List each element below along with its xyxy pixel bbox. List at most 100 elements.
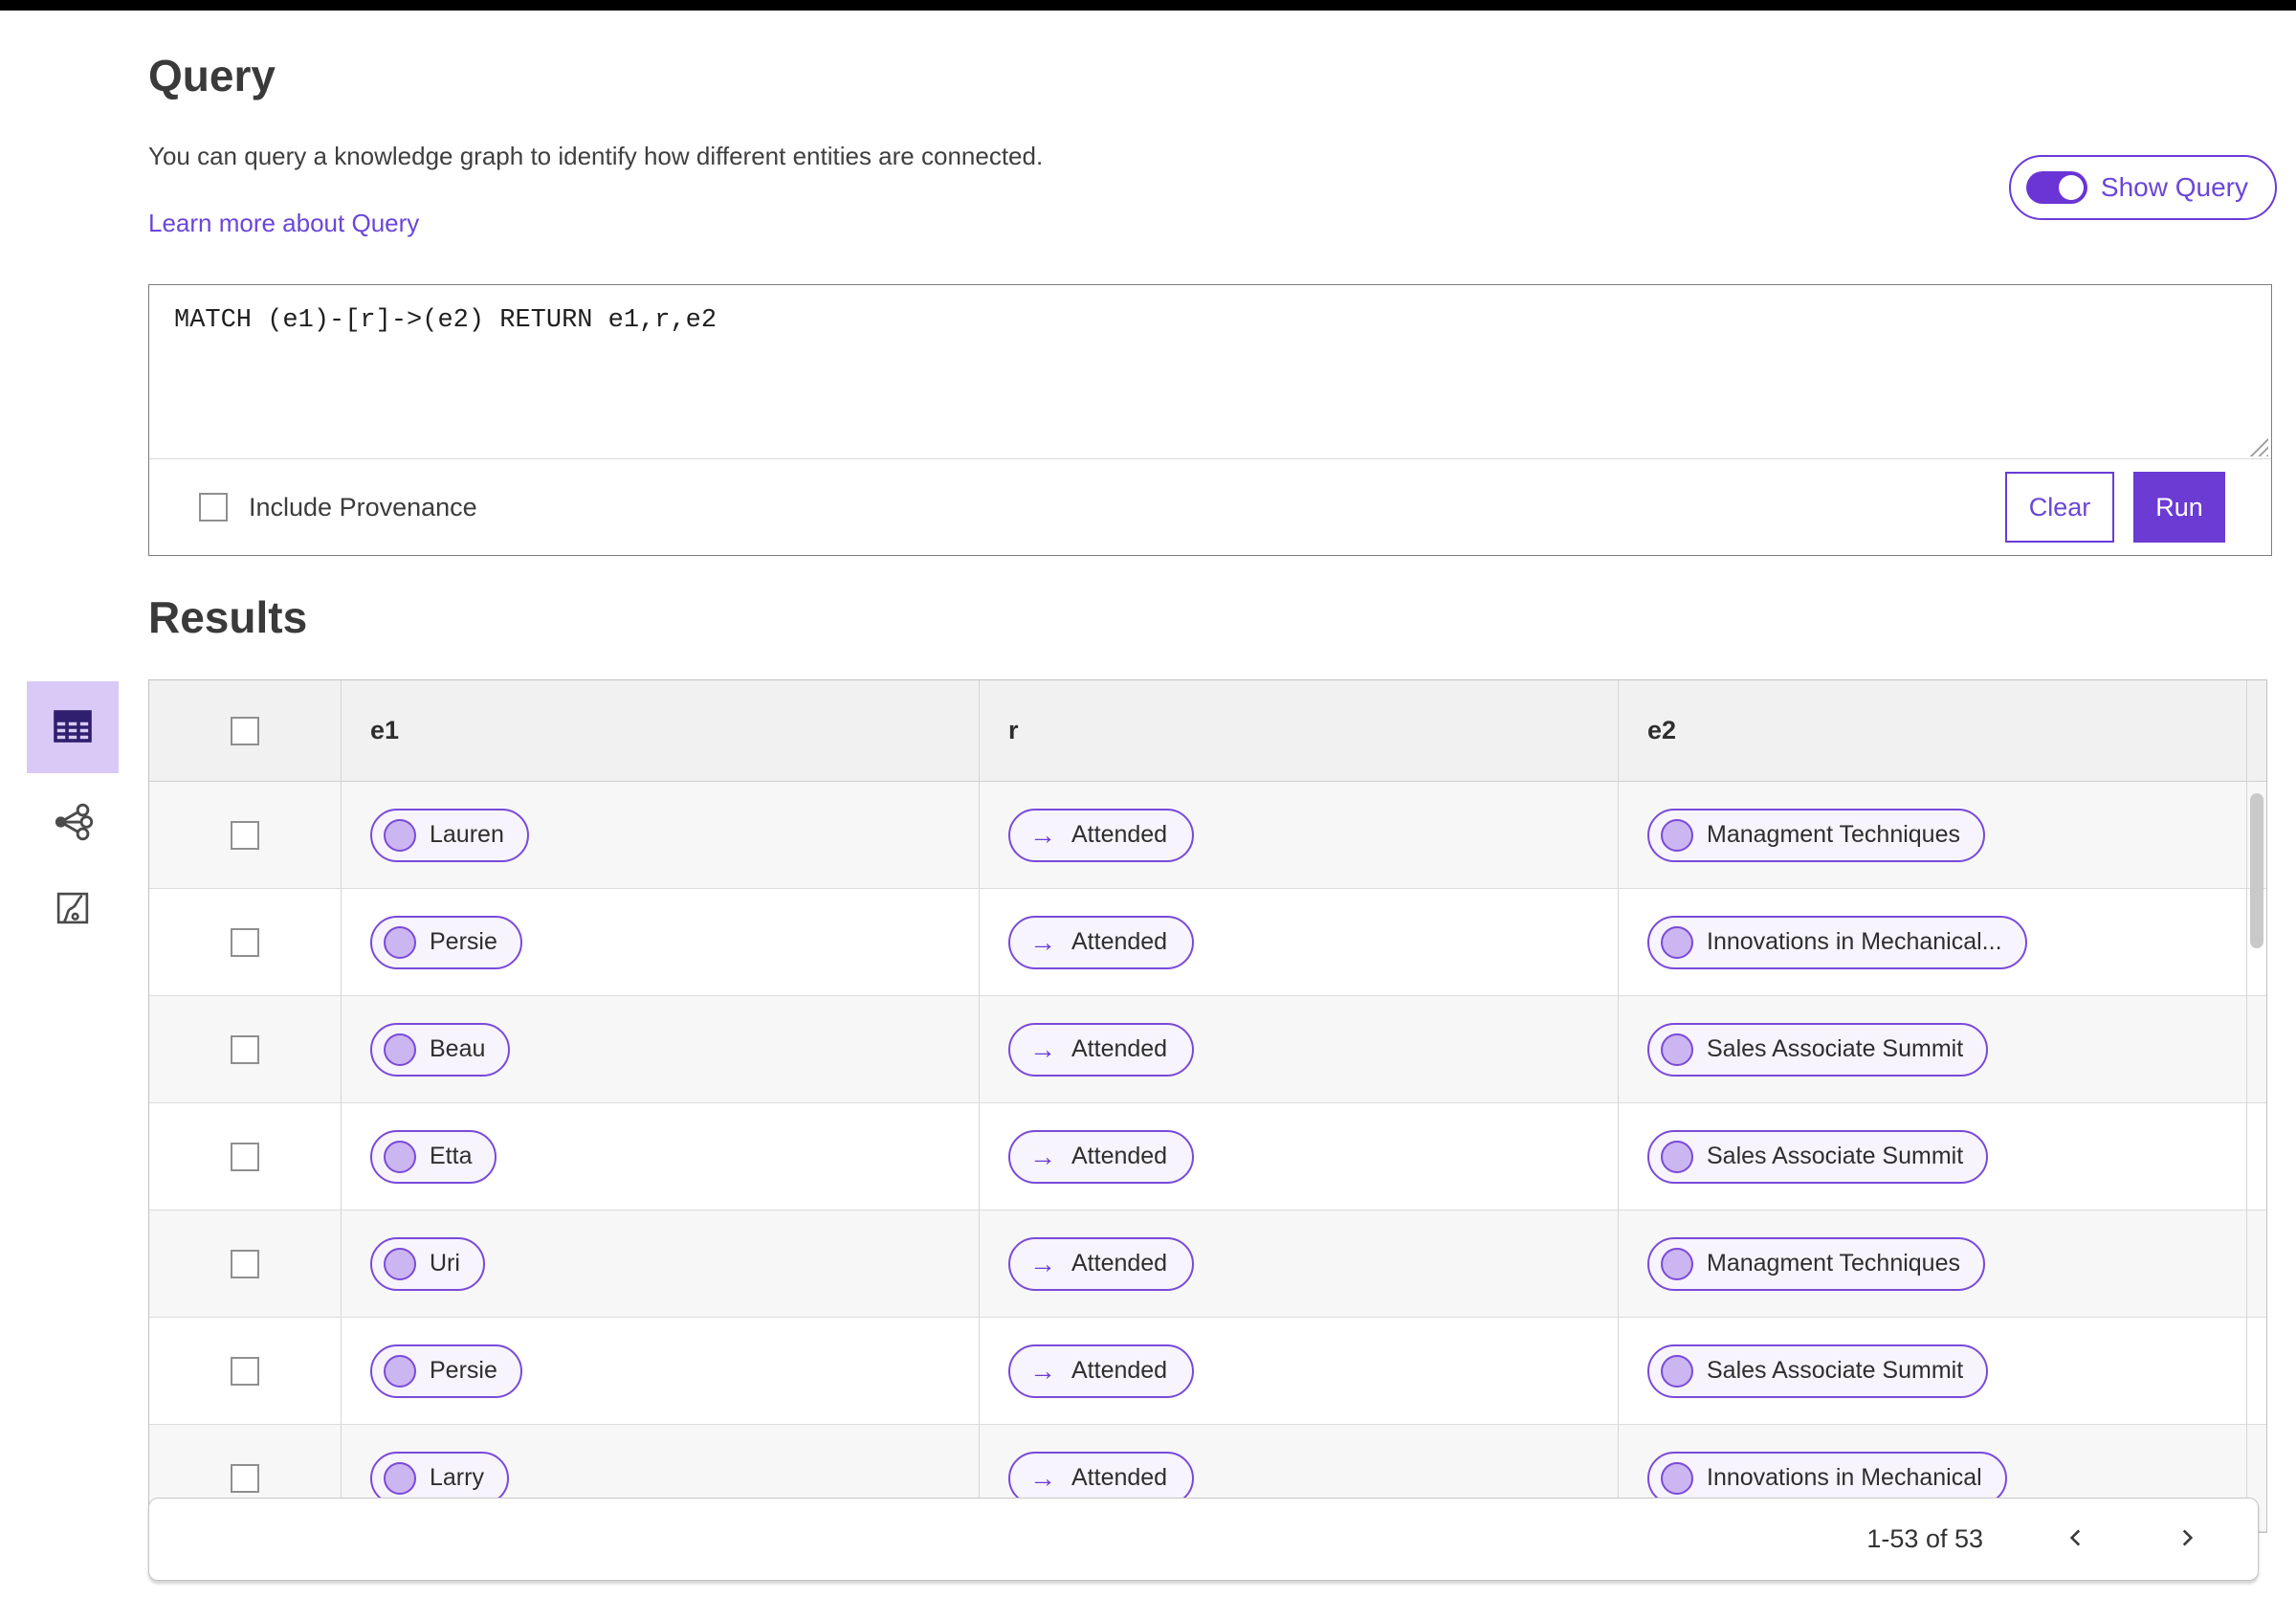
table-body: Lauren → Attended Managment Techniques P… xyxy=(149,782,2266,1532)
column-header-r: r xyxy=(1008,716,1019,744)
entity-label: Persie xyxy=(430,1357,497,1384)
learn-more-link[interactable]: Learn more about Query xyxy=(148,209,419,238)
show-query-label: Show Query xyxy=(2100,172,2248,202)
column-header-e1: e1 xyxy=(370,716,400,744)
table-header-row: e1 r e2 xyxy=(149,680,2266,782)
top-black-bar xyxy=(0,0,2296,11)
pagination-next-button[interactable] xyxy=(2169,1524,2205,1554)
include-provenance-checkbox[interactable] xyxy=(199,493,228,522)
entity-pill[interactable]: Innovations in Mechanical... xyxy=(1647,915,2027,969)
table-row: Etta → Attended Sales Associate Summit xyxy=(149,1103,2266,1210)
table-row: Lauren → Attended Managment Techniques xyxy=(149,782,2266,889)
table-row: Beau → Attended Sales Associate Summit xyxy=(149,996,2266,1103)
toggle-switch-icon[interactable] xyxy=(2025,171,2087,204)
relation-pill[interactable]: → Attended xyxy=(1008,1236,1195,1291)
arrow-right-icon: → xyxy=(1029,1033,1056,1064)
graph-view-button[interactable] xyxy=(44,794,101,852)
relation-pill[interactable]: → Attended xyxy=(1008,915,1195,969)
row-checkbox[interactable] xyxy=(231,1142,259,1171)
row-checkbox[interactable] xyxy=(231,1463,259,1493)
entity-label: Larry xyxy=(430,1464,484,1491)
row-checkbox[interactable] xyxy=(231,820,259,850)
entity-node-icon xyxy=(1661,1140,1693,1173)
row-checkbox[interactable] xyxy=(231,927,259,957)
entity-label: Persie xyxy=(430,928,497,955)
table-view-icon xyxy=(50,703,96,752)
pagination-range-label: 1-53 of 53 xyxy=(1866,1524,1983,1553)
relation-label: Attended xyxy=(1071,1250,1168,1277)
arrow-right-icon: → xyxy=(1029,1355,1056,1386)
entity-pill[interactable]: Persie xyxy=(370,915,522,969)
entity-pill[interactable]: Managment Techniques xyxy=(1647,1236,1985,1291)
select-all-checkbox[interactable] xyxy=(231,716,259,745)
relation-label: Attended xyxy=(1071,1357,1168,1384)
show-query-toggle[interactable]: Show Query xyxy=(2008,155,2277,220)
entity-pill[interactable]: Beau xyxy=(370,1022,511,1077)
table-row: Persie → Attended Innovations in Mechani… xyxy=(149,889,2266,996)
chevron-left-icon xyxy=(2064,1525,2088,1553)
table-row: Persie → Attended Sales Associate Summit xyxy=(149,1318,2266,1425)
entity-pill[interactable]: Etta xyxy=(370,1129,497,1184)
entity-label: Lauren xyxy=(430,821,504,848)
table-scrollbar-thumb[interactable] xyxy=(2250,793,2263,948)
arrow-right-icon: → xyxy=(1029,1248,1056,1278)
entity-label: Beau xyxy=(430,1035,486,1062)
row-checkbox[interactable] xyxy=(231,1034,259,1064)
entity-label: Managment Techniques xyxy=(1707,821,1960,848)
entity-pill[interactable]: Sales Associate Summit xyxy=(1647,1022,1989,1077)
entity-label: Sales Associate Summit xyxy=(1707,1143,1964,1169)
query-page: Query You can query a knowledge graph to… xyxy=(0,0,2296,1599)
page-description: You can query a knowledge graph to ident… xyxy=(148,142,1044,170)
entity-node-icon xyxy=(384,1354,416,1388)
relation-label: Attended xyxy=(1071,928,1168,955)
results-table: e1 r e2 Lauren → Attended Managment Tech… xyxy=(148,679,2267,1581)
entity-node-icon xyxy=(384,1140,416,1173)
query-editor-panel: MATCH (e1)-[r]->(e2) RETURN e1,r,e2 Incl… xyxy=(148,284,2272,556)
entity-label: Uri xyxy=(430,1250,460,1277)
relation-label: Attended xyxy=(1071,1143,1168,1169)
clear-button[interactable]: Clear xyxy=(2005,472,2114,543)
entity-pill[interactable]: Persie xyxy=(370,1344,522,1398)
chart-view-button[interactable] xyxy=(44,880,101,938)
include-provenance-label: Include Provenance xyxy=(249,492,477,522)
entity-node-icon xyxy=(1661,1354,1693,1388)
pagination-prev-button[interactable] xyxy=(2058,1524,2094,1554)
entity-pill[interactable]: Managment Techniques xyxy=(1647,808,1985,862)
entity-node-icon xyxy=(384,1033,416,1066)
pagination-bar: 1-53 of 53 xyxy=(148,1498,2259,1581)
arrow-right-icon: → xyxy=(1029,1141,1056,1171)
entity-node-icon xyxy=(1661,1033,1693,1066)
entity-node-icon xyxy=(384,1461,416,1495)
entity-label: Innovations in Mechanical... xyxy=(1707,928,2002,955)
graph-view-icon xyxy=(51,800,95,847)
row-checkbox[interactable] xyxy=(231,1356,259,1386)
entity-pill[interactable]: Sales Associate Summit xyxy=(1647,1129,1989,1184)
relation-pill[interactable]: → Attended xyxy=(1008,1344,1195,1398)
entity-label: Managment Techniques xyxy=(1707,1250,1960,1277)
column-header-e2: e2 xyxy=(1647,716,1677,744)
arrow-right-icon: → xyxy=(1029,926,1056,957)
entity-pill[interactable]: Uri xyxy=(370,1236,485,1291)
chart-view-icon xyxy=(53,888,93,931)
relation-pill[interactable]: → Attended xyxy=(1008,1129,1195,1184)
row-checkbox[interactable] xyxy=(231,1249,259,1278)
entity-pill[interactable]: Lauren xyxy=(370,808,529,862)
relation-label: Attended xyxy=(1071,1035,1168,1062)
entity-label: Etta xyxy=(430,1143,473,1169)
run-button[interactable]: Run xyxy=(2133,472,2225,543)
entity-node-icon xyxy=(1661,818,1693,852)
table-view-button[interactable] xyxy=(27,681,119,773)
relation-pill[interactable]: → Attended xyxy=(1008,1022,1195,1077)
entity-label: Innovations in Mechanical xyxy=(1707,1464,1982,1491)
table-row: Uri → Attended Managment Techniques xyxy=(149,1210,2266,1318)
entity-node-icon xyxy=(1661,1461,1693,1495)
results-view-switcher xyxy=(27,681,119,938)
entity-pill[interactable]: Sales Associate Summit xyxy=(1647,1344,1989,1398)
relation-pill[interactable]: → Attended xyxy=(1008,808,1195,862)
entity-label: Sales Associate Summit xyxy=(1707,1357,1964,1384)
query-actions-bar: Include Provenance Clear Run xyxy=(149,459,2271,555)
toggle-knob xyxy=(2058,175,2084,200)
entity-node-icon xyxy=(1661,925,1693,959)
query-input[interactable]: MATCH (e1)-[r]->(e2) RETURN e1,r,e2 xyxy=(149,285,2271,459)
arrow-right-icon: → xyxy=(1029,1462,1056,1493)
